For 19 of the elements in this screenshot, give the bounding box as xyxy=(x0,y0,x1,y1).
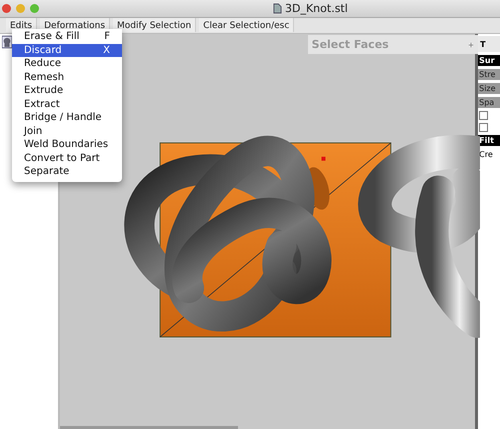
menu-item[interactable]: Discard X xyxy=(12,44,122,57)
head-icon[interactable] xyxy=(2,35,12,49)
slider-label: Spa xyxy=(478,97,500,108)
scroll-bar[interactable] xyxy=(60,426,238,429)
slider-label: Stre xyxy=(478,69,500,80)
file-icon xyxy=(273,3,282,14)
panel-tab[interactable]: T xyxy=(478,36,500,52)
section-header: Filt xyxy=(478,135,500,146)
toolbar-tab[interactable]: Clear Selection/esc xyxy=(199,18,294,32)
window-title: 3D_Knot.stl xyxy=(285,2,348,15)
panel-title: Select Faces xyxy=(312,38,389,51)
add-button[interactable]: + xyxy=(468,40,474,50)
close-button[interactable] xyxy=(2,4,11,13)
slider-label: Size xyxy=(478,83,500,94)
section-header: Sur xyxy=(478,55,500,66)
checkbox[interactable] xyxy=(479,111,488,120)
zoom-button[interactable] xyxy=(30,4,39,13)
checkbox[interactable] xyxy=(479,123,488,132)
toolbar-tab[interactable]: Modify Selection xyxy=(113,18,196,32)
